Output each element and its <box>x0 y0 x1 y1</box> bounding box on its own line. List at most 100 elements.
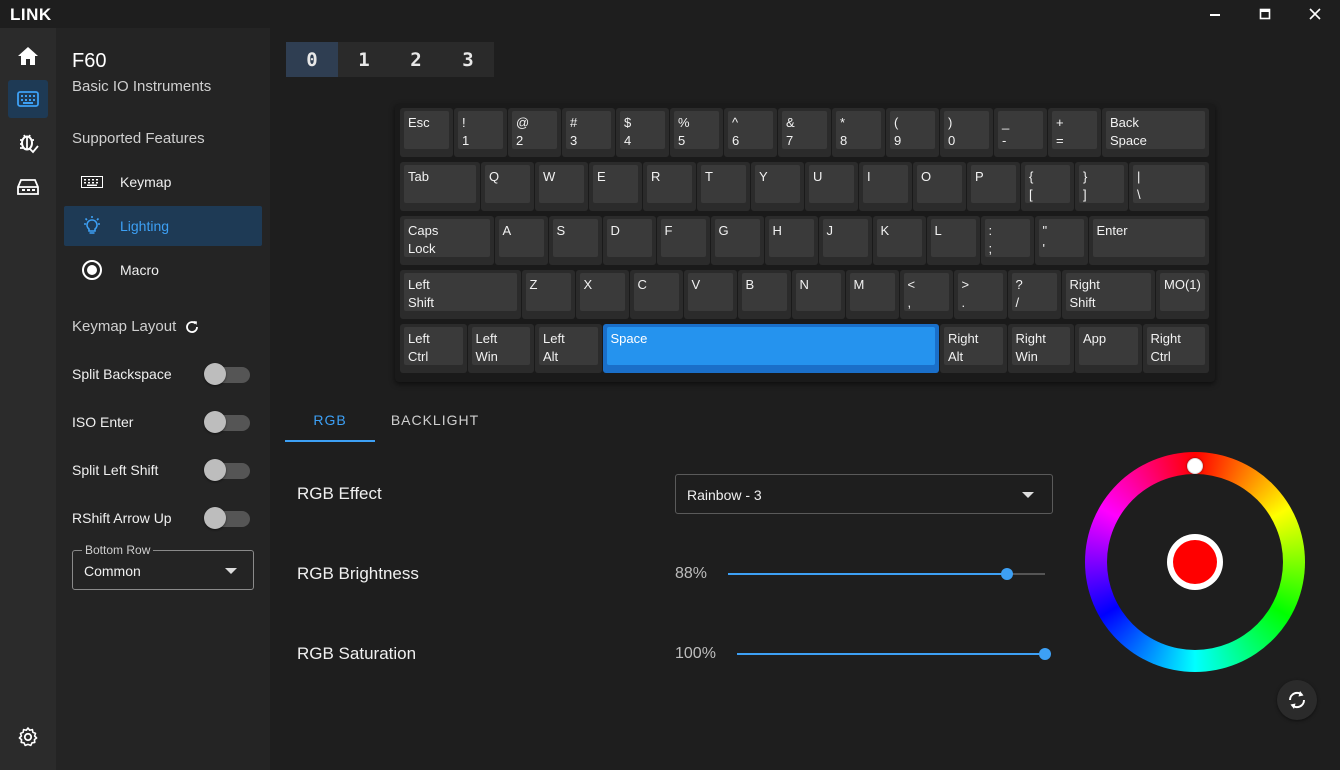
feature-macro[interactable]: Macro <box>64 250 262 290</box>
split-backspace-switch[interactable] <box>204 361 250 387</box>
key-6[interactable]: ^ 6 <box>724 108 777 157</box>
key-t[interactable]: T <box>697 162 750 211</box>
hue-marker[interactable] <box>1187 458 1203 474</box>
key-sym[interactable]: _ - <box>994 108 1047 157</box>
key-right-ctrl[interactable]: Right Ctrl <box>1142 324 1209 373</box>
key-p[interactable]: P <box>967 162 1020 211</box>
key-sym[interactable]: ? / <box>1007 270 1061 319</box>
key-s[interactable]: S <box>548 216 602 265</box>
key-9[interactable]: ( 9 <box>886 108 939 157</box>
key-1[interactable]: ! 1 <box>454 108 507 157</box>
key-8[interactable]: * 8 <box>832 108 885 157</box>
key-f[interactable]: F <box>656 216 710 265</box>
color-wheel[interactable] <box>1085 452 1305 672</box>
tab-backlight[interactable]: BACKLIGHT <box>380 412 490 442</box>
key-space[interactable]: Space <box>602 324 939 373</box>
rshift-arrow-up-switch[interactable] <box>204 505 250 531</box>
key-right-shift[interactable]: Right Shift <box>1061 270 1155 319</box>
key-0[interactable]: ) 0 <box>940 108 993 157</box>
key-label: ( 9 <box>890 111 935 149</box>
toggle-split-backspace: Split Backspace <box>72 360 250 388</box>
device-vendor: Basic IO Instruments <box>72 78 212 95</box>
bottom-row-select[interactable]: Bottom Row Common <box>72 543 254 590</box>
key-m[interactable]: M <box>845 270 899 319</box>
key-label: Right Shift <box>1065 273 1151 311</box>
key-j[interactable]: J <box>818 216 872 265</box>
slider-thumb[interactable] <box>1000 568 1013 580</box>
key-r[interactable]: R <box>643 162 696 211</box>
rail-debug[interactable] <box>8 124 48 162</box>
key-b[interactable]: B <box>737 270 791 319</box>
key-mo-1[interactable]: MO(1) <box>1156 270 1209 319</box>
key-4[interactable]: $ 4 <box>616 108 669 157</box>
key-5[interactable]: % 5 <box>670 108 723 157</box>
layer-tab-2[interactable]: 2 <box>390 42 442 77</box>
split-left-shift-switch[interactable] <box>204 457 250 483</box>
key-o[interactable]: O <box>913 162 966 211</box>
key-left-win[interactable]: Left Win <box>467 324 534 373</box>
layer-tab-1[interactable]: 1 <box>338 42 390 77</box>
key-g[interactable]: G <box>710 216 764 265</box>
key-right-alt[interactable]: Right Alt <box>940 324 1007 373</box>
layer-tab-0[interactable]: 0 <box>286 42 338 77</box>
key-sym[interactable]: " ' <box>1034 216 1088 265</box>
rail-keyboard[interactable] <box>8 80 48 118</box>
key-caps-lock[interactable]: Caps Lock <box>400 216 494 265</box>
key-3[interactable]: # 3 <box>562 108 615 157</box>
key-w[interactable]: W <box>535 162 588 211</box>
toggle-label: Split Backspace <box>72 366 172 382</box>
key-h[interactable]: H <box>764 216 818 265</box>
key-v[interactable]: V <box>683 270 737 319</box>
key-left-shift[interactable]: Left Shift <box>400 270 521 319</box>
key-back-space[interactable]: Back Space <box>1102 108 1209 157</box>
feature-lighting[interactable]: Lighting <box>64 206 262 246</box>
rgb-brightness-slider[interactable] <box>728 567 1045 581</box>
key-e[interactable]: E <box>589 162 642 211</box>
key-l[interactable]: L <box>926 216 980 265</box>
key-left-ctrl[interactable]: Left Ctrl <box>400 324 467 373</box>
key-sym[interactable]: { [ <box>1021 162 1074 211</box>
key-2[interactable]: @ 2 <box>508 108 561 157</box>
rail-tray[interactable] <box>8 168 48 206</box>
key-c[interactable]: C <box>629 270 683 319</box>
key-app[interactable]: App <box>1075 324 1142 373</box>
maximize-button[interactable] <box>1240 0 1290 28</box>
tab-rgb[interactable]: RGB <box>285 412 375 442</box>
key-k[interactable]: K <box>872 216 926 265</box>
refresh-icon[interactable] <box>184 319 200 335</box>
key-sym[interactable]: > . <box>953 270 1007 319</box>
settings-button[interactable] <box>8 718 48 756</box>
key-sym[interactable]: + = <box>1048 108 1101 157</box>
key-7[interactable]: & 7 <box>778 108 831 157</box>
sync-button[interactable] <box>1277 680 1317 720</box>
key-sym[interactable]: | \ <box>1129 162 1209 211</box>
iso-enter-switch[interactable] <box>204 409 250 435</box>
key-q[interactable]: Q <box>481 162 534 211</box>
key-right-win[interactable]: Right Win <box>1007 324 1074 373</box>
rail-home[interactable] <box>8 37 48 75</box>
key-a[interactable]: A <box>494 216 548 265</box>
key-u[interactable]: U <box>805 162 858 211</box>
slider-thumb[interactable] <box>1039 648 1051 660</box>
key-sym[interactable]: : ; <box>980 216 1034 265</box>
rgb-effect-select[interactable]: Rainbow - 3 <box>675 474 1053 514</box>
toggle-split-left-shift: Split Left Shift <box>72 456 250 484</box>
key-sym[interactable]: < , <box>899 270 953 319</box>
key-tab[interactable]: Tab <box>400 162 480 211</box>
layer-tab-3[interactable]: 3 <box>442 42 494 77</box>
key-sym[interactable]: } ] <box>1075 162 1128 211</box>
key-d[interactable]: D <box>602 216 656 265</box>
key-enter[interactable]: Enter <box>1088 216 1209 265</box>
key-i[interactable]: I <box>859 162 912 211</box>
key-label: G <box>714 219 760 257</box>
close-button[interactable] <box>1290 0 1340 28</box>
key-y[interactable]: Y <box>751 162 804 211</box>
key-left-alt[interactable]: Left Alt <box>535 324 602 373</box>
key-x[interactable]: X <box>575 270 629 319</box>
feature-keymap[interactable]: Keymap <box>64 162 262 202</box>
rgb-saturation-slider[interactable] <box>737 647 1051 661</box>
key-esc[interactable]: Esc <box>400 108 453 157</box>
minimize-button[interactable] <box>1190 0 1240 28</box>
key-n[interactable]: N <box>791 270 845 319</box>
key-z[interactable]: Z <box>521 270 575 319</box>
